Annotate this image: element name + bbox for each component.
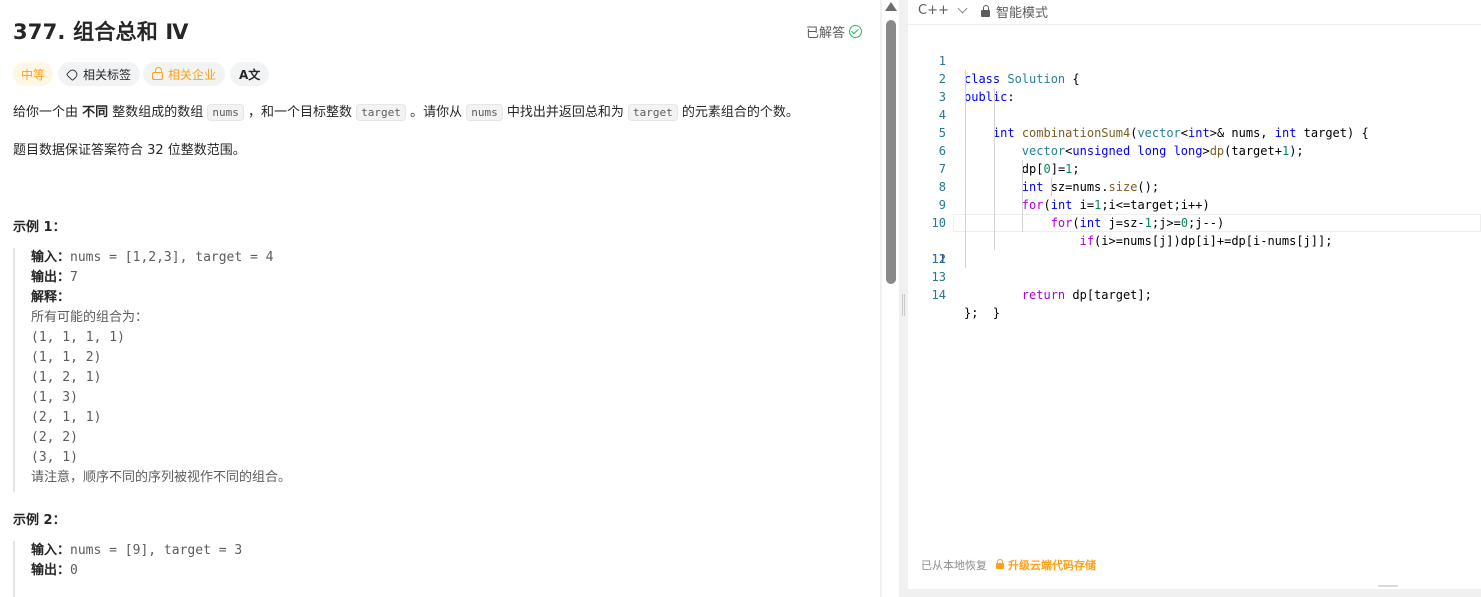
current-line-highlight xyxy=(953,214,1481,232)
lock-icon xyxy=(152,67,163,80)
chevron-down-icon xyxy=(957,3,968,14)
panel-resize-handle[interactable] xyxy=(899,0,908,597)
lock-icon xyxy=(996,559,1004,569)
code-line: 6 int sz=nums.size(); xyxy=(908,124,1481,194)
explanation-line: 请注意，顺序不同的序列被视作不同的组合。 xyxy=(31,470,292,485)
topics-tag-button[interactable]: 相关标签 xyxy=(58,62,141,86)
code-line: 4 vector<unsigned long long>dp(target+1)… xyxy=(908,88,1481,158)
companies-tag-button[interactable]: 相关企业 xyxy=(143,62,226,86)
inline-code: target xyxy=(356,104,406,121)
explanation-line: (1, 1, 2) xyxy=(31,350,102,365)
output-value: 0 xyxy=(70,563,78,578)
example-1-title: 示例 1： xyxy=(13,220,66,235)
output-label: 输出： xyxy=(31,270,71,285)
translate-icon: A文 xyxy=(239,67,261,82)
restore-status: 已从本地恢复 xyxy=(921,559,987,572)
code-line: 12 return dp[target]; xyxy=(908,232,1481,302)
upgrade-storage-link[interactable]: 升级云端代码存储 xyxy=(996,557,1096,573)
scrollbar-thumb[interactable] xyxy=(886,20,896,284)
code-line: 10 xyxy=(908,196,1481,230)
description-paragraph-1: 给你一个由 不同 整数组成的数组 nums ，和一个目标整数 target 。请… xyxy=(13,104,799,121)
input-value: nums = [9], target = 3 xyxy=(70,543,243,558)
editor-bottom-bar xyxy=(908,589,1481,597)
code-editor-panel: C++ 智能模式 1 class Solution { 2 public: 3 … xyxy=(908,0,1481,597)
check-circle-icon xyxy=(849,25,863,38)
upgrade-label: 升级云端代码存储 xyxy=(1008,559,1096,572)
code-line: 14 }; xyxy=(908,268,1481,320)
code-line: 2 public: xyxy=(908,52,1481,104)
lock-icon xyxy=(981,5,990,17)
description-paragraph-2: 题目数据保证答案符合 32 位整数范围。 xyxy=(13,143,246,158)
code-line: 7 for(int i=1;i<=target;i++) xyxy=(908,142,1481,212)
description-scrollbar[interactable] xyxy=(882,0,899,597)
language-label: C++ xyxy=(918,3,949,18)
input-label: 输入： xyxy=(31,543,71,558)
code-editor[interactable]: 1 class Solution { 2 public: 3 int combi… xyxy=(908,34,1481,534)
smart-mode-toggle[interactable]: 智能模式 xyxy=(981,2,1048,21)
output-value: 7 xyxy=(70,270,78,285)
explanation-line: (1, 3) xyxy=(31,390,78,405)
explanation-line: (2, 2) xyxy=(31,430,78,445)
difficulty-label: 中等 xyxy=(21,67,46,82)
inline-code: target xyxy=(627,104,678,121)
inline-code: nums xyxy=(466,104,503,121)
input-value: nums = [1,2,3], target = 4 xyxy=(70,250,274,265)
explanation-line: 所有可能的组合为： xyxy=(31,310,149,325)
line-number: 14 xyxy=(931,288,946,302)
explanation-label: 解释： xyxy=(31,290,71,305)
example-1-block: 输入：nums = [1,2,3], target = 4 输出：7 解释： 所… xyxy=(13,248,291,492)
code-line: 3 int combinationSum4(vector<int>& nums,… xyxy=(908,70,1481,140)
problem-description-panel: 377. 组合总和 Ⅳ 已解答 中等 相关标签 相关企业 A文 给你一个由 不同… xyxy=(0,0,880,597)
translate-button[interactable]: A文 xyxy=(230,62,270,86)
tag-icon xyxy=(65,67,80,81)
output-label: 输出： xyxy=(31,563,71,578)
code-line-active: 11 xyxy=(908,214,1481,266)
editor-toolbar: C++ 智能模式 xyxy=(908,0,1481,25)
code-line: 5 dp[0]=1; xyxy=(908,106,1481,176)
scroll-up-arrow-icon[interactable] xyxy=(885,2,897,11)
smart-mode-label: 智能模式 xyxy=(996,6,1049,21)
explanation-line: (1, 2, 1) xyxy=(31,370,102,385)
solved-status[interactable]: 已解答 xyxy=(806,22,863,41)
topics-label: 相关标签 xyxy=(83,67,132,82)
difficulty-badge: 中等 xyxy=(13,62,54,86)
console-resize-handle[interactable] xyxy=(1378,585,1398,587)
editor-footer: 已从本地恢复 升级云端代码存储 xyxy=(921,557,1096,573)
code-line: 13 } xyxy=(908,250,1481,320)
code-line: 9 if(i>=nums[j])dp[i]+=dp[i-nums[j]]; xyxy=(908,178,1481,248)
code-line: 8 for(int j=sz-1;j>=0;j--) xyxy=(908,160,1481,230)
example-2-title: 示例 2： xyxy=(13,513,66,528)
explanation-line: (2, 1, 1) xyxy=(31,410,102,425)
inline-code: nums xyxy=(207,104,244,121)
explanation-line: (3, 1) xyxy=(31,450,78,465)
language-select[interactable]: C++ xyxy=(918,3,968,18)
explanation-line: (1, 1, 1, 1) xyxy=(31,330,125,345)
example-2-block: 输入：nums = [9], target = 3 输出：0 xyxy=(13,541,242,597)
drag-grip-icon xyxy=(902,294,905,316)
input-label: 输入： xyxy=(31,250,71,265)
problem-title: 377. 组合总和 Ⅳ xyxy=(13,20,189,44)
code-line: 1 class Solution { xyxy=(908,34,1481,86)
solved-label: 已解答 xyxy=(806,26,846,41)
companies-label: 相关企业 xyxy=(168,67,217,82)
